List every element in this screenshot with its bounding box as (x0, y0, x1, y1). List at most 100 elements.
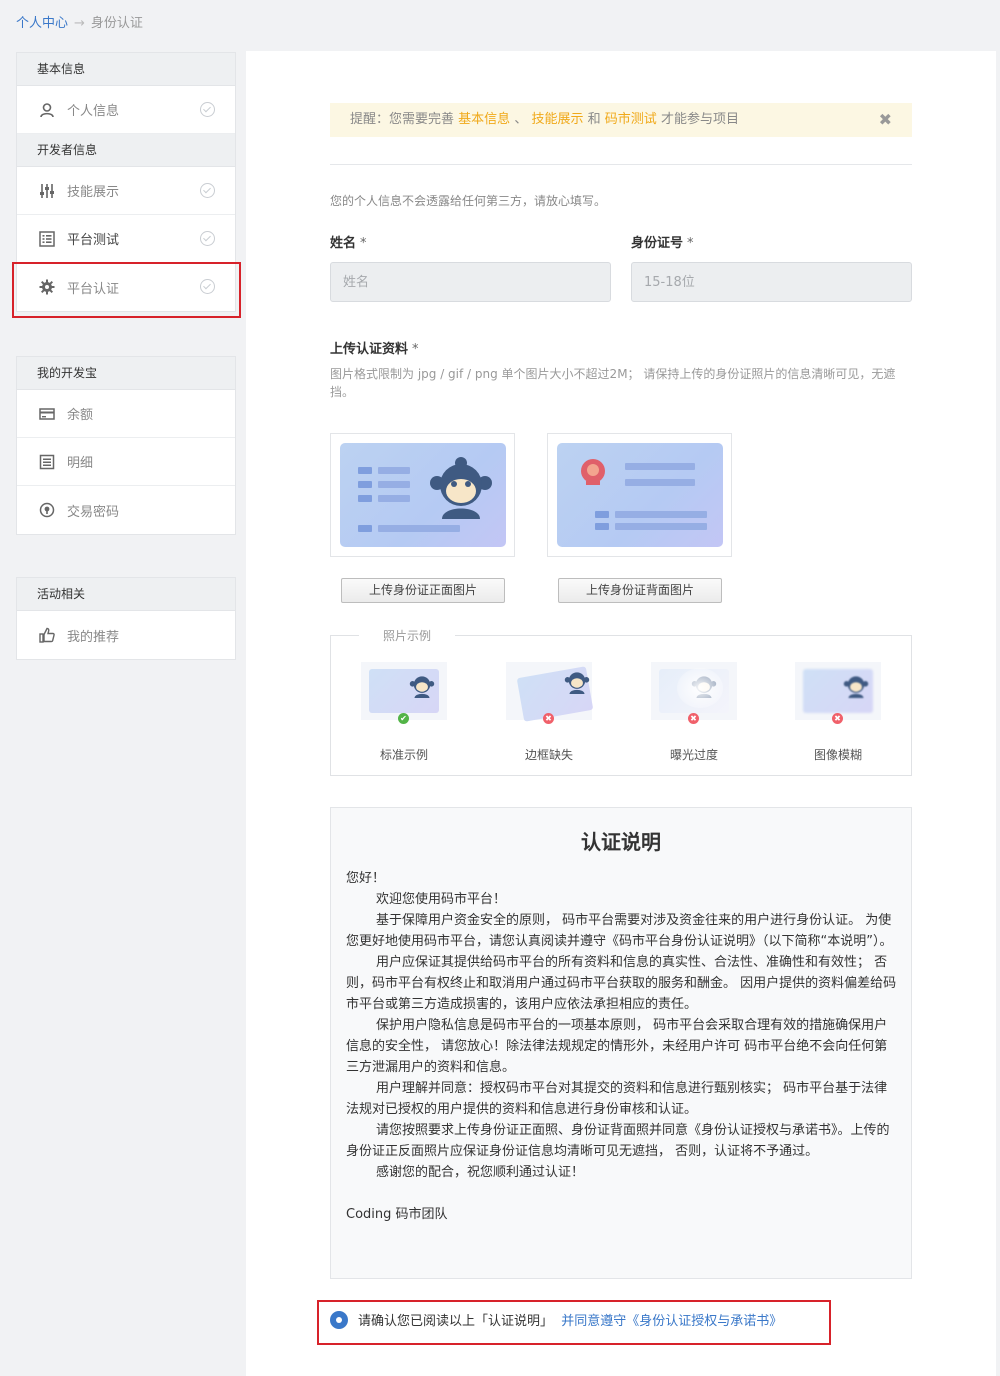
name-label-text: 姓名 (330, 236, 357, 251)
check-circle-icon (200, 183, 215, 198)
example-image: ✔ (361, 662, 447, 724)
notice-link-test[interactable]: 码市测试 (605, 112, 657, 127)
photo-examples: 照片示例 ✔ 标准示例 ✖ 边框缺失 ✖ 曝光过度 ✖ 图像模糊 (330, 627, 912, 776)
required-mark: * (687, 236, 694, 251)
check-circle-icon (200, 231, 215, 246)
close-icon[interactable]: ✖ (879, 103, 892, 137)
sidebar-wallet-group: 我的开发宝 余额 明细 交易密码 (16, 356, 236, 535)
x-mark-icon: ✖ (688, 713, 699, 724)
id-back-preview[interactable] (547, 433, 732, 557)
example-image: ✖ (651, 662, 737, 724)
id-front-preview[interactable] (330, 433, 515, 557)
terms-body: 您好！ 欢迎您使用码市平台！ 基于保障用户资金安全的原则， 码市平台需要对涉及资… (331, 856, 911, 1225)
sidebar-section-wallet: 我的开发宝 (17, 357, 235, 390)
breadcrumb: 个人中心 → 身份认证 (16, 12, 143, 31)
terms-greeting: 您好！ (346, 871, 386, 886)
monkey-avatar-icon (843, 676, 869, 698)
upload-label-text: 上传认证资料 (330, 342, 409, 357)
confirm-text: 请确认您已阅读以上「认证说明」 (358, 1314, 554, 1329)
check-circle-icon (200, 279, 215, 294)
examples-title: 照片示例 (359, 627, 456, 644)
notice-suffix: 才能参与项目 (660, 112, 739, 127)
example-image: ✖ (506, 662, 594, 724)
id-card-front-illustration (340, 443, 506, 547)
example-blurry: ✖ 图像模糊 (795, 662, 881, 763)
example-overexposed: ✖ 曝光过度 (651, 662, 737, 763)
monkey-avatar-icon (564, 672, 590, 694)
example-label: 边框缺失 (524, 748, 573, 762)
notice-prefix: 提醒：您需要完善 (350, 112, 455, 127)
sidebar-item-label: 技能展示 (67, 185, 120, 200)
name-input[interactable] (330, 262, 611, 302)
breadcrumb-current: 身份认证 (90, 16, 143, 31)
id-label-text: 身份证号 (631, 236, 684, 251)
upload-label: 上传认证资料 * (330, 338, 419, 357)
terms-title: 认证说明 (581, 830, 661, 854)
terms-paragraph: 基于保障用户资金安全的原则， 码市平台需要对涉及资金往来的用户进行身份认证。 为… (346, 913, 893, 949)
monkey-avatar-icon (430, 457, 492, 519)
example-label: 标准示例 (379, 748, 428, 762)
sidebar-item-label: 平台测试 (67, 233, 120, 248)
sliders-icon (39, 183, 55, 199)
terms-paragraph: 感谢您的配合，祝您顺利通过认证！ (376, 1165, 585, 1180)
upload-front-button[interactable]: 上传身份证正面图片 (341, 578, 505, 603)
confirm-row: 请确认您已阅读以上「认证说明」 并同意遵守《身份认证授权与承诺书》 (330, 1310, 782, 1329)
main-content: 提醒：您需要完善 基本信息 、 技能展示 和 码市测试 才能参与项目 ✖ 您的个… (246, 51, 996, 1376)
terms-paragraph: 欢迎您使用码市平台！ (376, 892, 507, 907)
sidebar-item-details[interactable]: 明细 (17, 438, 235, 486)
national-emblem-icon (581, 459, 605, 485)
notice-separator: 、 (514, 112, 528, 127)
sidebar-section-basic: 基本信息 (17, 53, 235, 86)
id-number-input[interactable] (631, 262, 912, 302)
upload-back-button[interactable]: 上传身份证背面图片 (558, 578, 722, 603)
sidebar-item-personal-info[interactable]: 个人信息 (17, 86, 235, 134)
terms-paragraph: 保护用户隐私信息是码市平台的一项基本原则， 码市平台会采取合理有效的措施确保用户… (346, 1018, 888, 1075)
terms-paragraph: 用户应保证其提供给码市平台的所有资料和信息的真实性、合法性、准确性和有效性； 否… (346, 955, 897, 1012)
verification-terms: 认证说明 您好！ 欢迎您使用码市平台！ 基于保障用户资金安全的原则， 码市平台需… (330, 807, 912, 1279)
example-image: ✖ (795, 662, 881, 724)
sidebar-item-label: 平台认证 (67, 281, 120, 297)
notice-banner: 提醒：您需要完善 基本信息 、 技能展示 和 码市测试 才能参与项目 ✖ (330, 103, 912, 137)
required-mark: * (360, 236, 367, 251)
id-card-back-illustration (557, 443, 723, 547)
id-number-label: 身份证号 * (631, 232, 694, 251)
receipt-icon (39, 454, 55, 470)
sidebar-item-label: 余额 (67, 408, 94, 423)
name-label: 姓名 * (330, 232, 367, 251)
example-label: 曝光过度 (669, 748, 718, 762)
notice-link-skills[interactable]: 技能展示 (531, 112, 583, 127)
sidebar-item-platform-verification[interactable]: 平台认证 (17, 263, 235, 311)
privacy-note: 您的个人信息不会透露给任何第三方，请放心填写。 (330, 194, 607, 208)
agreement-link[interactable]: 并同意遵守《身份认证授权与承诺书》 (561, 1310, 782, 1329)
user-icon (39, 102, 55, 118)
card-icon (39, 406, 55, 422)
sidebar-item-referrals[interactable]: 我的推荐 (17, 611, 235, 659)
sidebar-section-activity: 活动相关 (17, 578, 235, 611)
sidebar-item-label: 个人信息 (67, 104, 120, 119)
divider (330, 164, 912, 165)
confirm-radio[interactable] (330, 1310, 348, 1329)
check-mark-icon: ✔ (398, 713, 409, 724)
sidebar-item-label: 交易密码 (67, 504, 120, 520)
sidebar-item-platform-test[interactable]: 平台测试 (17, 215, 235, 263)
required-mark: * (412, 342, 419, 357)
sidebar-item-balance[interactable]: 余额 (17, 390, 235, 438)
sidebar-item-label: 我的推荐 (67, 629, 120, 645)
sidebar-section-developer: 开发者信息 (17, 134, 235, 167)
upload-description: 图片格式限制为 jpg / gif / png 单个图片大小不超过2M； 请保持… (330, 367, 896, 399)
breadcrumb-separator: → (74, 16, 85, 31)
example-standard: ✔ 标准示例 (361, 662, 447, 763)
terms-paragraph: 请您按照要求上传身份证正面照、身份证背面照并同意《身份认证授权与承诺书》。上传的… (346, 1123, 890, 1159)
x-mark-icon: ✖ (543, 713, 554, 724)
example-missing-border: ✖ 边框缺失 (506, 662, 594, 763)
sidebar-activity-group: 活动相关 我的推荐 (16, 577, 236, 660)
sidebar-item-skills[interactable]: 技能展示 (17, 167, 235, 215)
terms-signature: Coding 码市团队 (346, 1207, 448, 1222)
notice-link-basic-info[interactable]: 基本信息 (458, 112, 510, 127)
notice-and: 和 (587, 112, 601, 127)
check-circle-icon (200, 102, 215, 117)
example-label: 图像模糊 (813, 748, 862, 762)
sidebar-item-trade-password[interactable]: 交易密码 (17, 486, 235, 534)
breadcrumb-home-link[interactable]: 个人中心 (16, 16, 68, 31)
list-icon (39, 230, 55, 247)
